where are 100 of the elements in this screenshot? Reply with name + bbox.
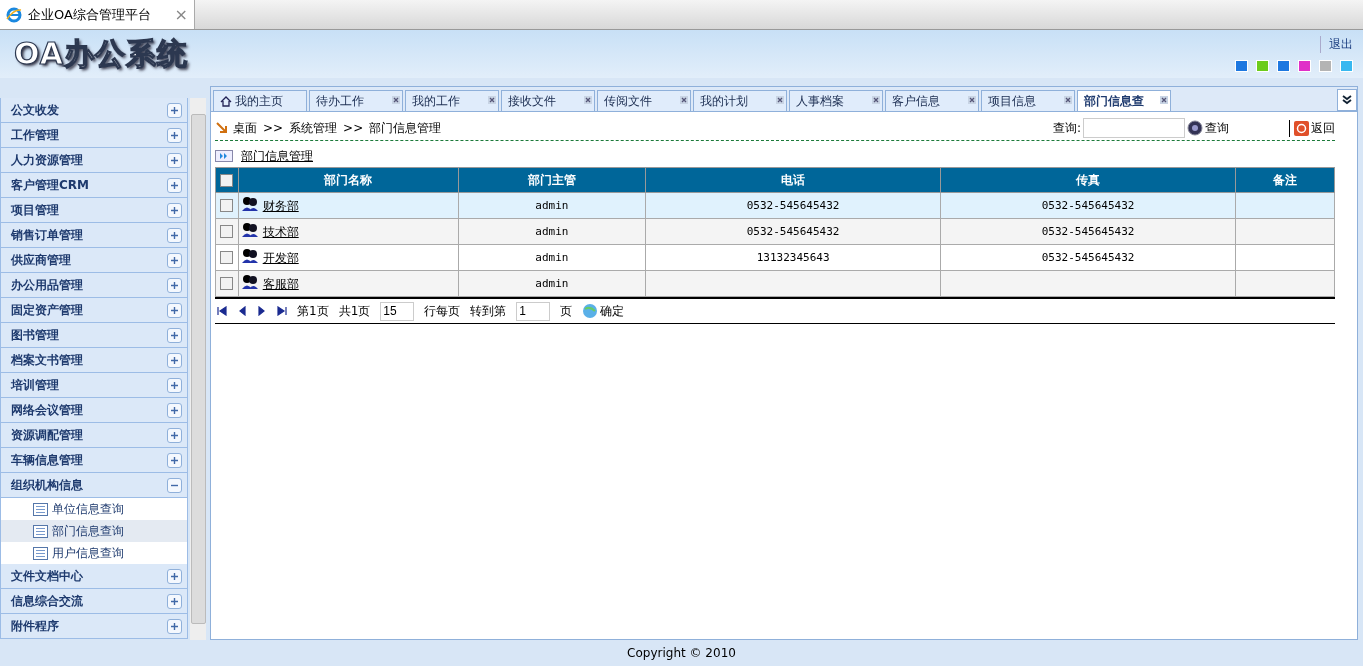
table-cell: admin [458, 218, 646, 245]
expand-icon[interactable] [167, 452, 182, 468]
department-link[interactable]: 开发部 [262, 251, 299, 265]
goto-page-field[interactable]: 1 [516, 301, 551, 321]
expand-icon[interactable] [167, 352, 182, 368]
sidebar-item[interactable]: 档案文书管理 [0, 348, 188, 373]
more-tabs-button[interactable] [1337, 89, 1357, 111]
app-logo: OA办公系统 [14, 34, 188, 73]
tab[interactable]: 待办工作 [309, 90, 403, 111]
close-icon[interactable] [776, 93, 784, 101]
sidebar-item[interactable]: 网络会议管理 [0, 398, 188, 423]
close-icon[interactable] [1160, 93, 1168, 101]
sidebar-item[interactable]: 项目管理 [0, 198, 188, 223]
row-checkbox[interactable] [220, 251, 234, 265]
sidebar-subitem[interactable]: 部门信息查询 [0, 520, 188, 542]
sidebar-item[interactable]: 供应商管理 [0, 248, 188, 273]
sidebar-subitem[interactable]: 单位信息查询 [0, 498, 188, 520]
sidebar-item[interactable]: 公文收发 [0, 98, 188, 123]
page-size-field[interactable]: 15 [380, 301, 415, 321]
scrollbar[interactable] [190, 98, 206, 640]
expand-icon[interactable] [167, 427, 182, 443]
expand-icon[interactable] [167, 127, 182, 143]
sidebar-item[interactable]: 客户管理CRM [0, 173, 188, 198]
select-all-checkbox[interactable] [220, 174, 234, 187]
sidebar-item[interactable]: 工作管理 [0, 123, 188, 148]
expand-icon[interactable] [167, 302, 182, 318]
sidebar-item[interactable]: 图书管理 [0, 323, 188, 348]
tab[interactable]: 客户信息 [885, 90, 979, 111]
next-page-icon[interactable] [257, 306, 267, 316]
table-cell: 0532-545645432 [940, 218, 1236, 245]
close-tab-button[interactable]: × [174, 5, 188, 24]
expand-icon[interactable] [167, 618, 182, 634]
section-title[interactable]: 部门信息管理 [241, 147, 313, 165]
copyright-text: Copyright © 2010 [626, 645, 737, 662]
close-icon[interactable] [680, 93, 688, 101]
browser-tab[interactable]: 企业OA综合管理平台 × [0, 0, 195, 29]
collapse-icon[interactable] [167, 477, 182, 493]
theme-swatch[interactable] [1340, 60, 1353, 72]
department-link[interactable]: 客服部 [262, 277, 299, 291]
expand-icon[interactable] [167, 593, 182, 609]
tab[interactable]: 我的工作 [405, 90, 499, 111]
previous-page-icon[interactable] [237, 306, 247, 316]
sidebar-item[interactable]: 信息综合交流 [0, 589, 188, 614]
sidebar-item[interactable]: 办公用品管理 [0, 273, 188, 298]
sidebar-subitem[interactable]: 用户信息查询 [0, 542, 188, 564]
tab[interactable]: 我的计划 [693, 90, 787, 111]
theme-swatch[interactable] [1277, 60, 1290, 72]
expand-icon[interactable] [167, 152, 182, 168]
tab[interactable]: 接收文件 [501, 90, 595, 111]
theme-swatch[interactable] [1319, 60, 1332, 72]
close-icon[interactable] [872, 93, 880, 101]
sidebar-item[interactable]: 车辆信息管理 [0, 448, 188, 473]
per-page-label: 行每页 [424, 302, 461, 320]
expand-icon[interactable] [167, 327, 182, 343]
sidebar-item-label: 资源调配管理 [11, 426, 83, 444]
expand-icon[interactable] [167, 377, 182, 393]
expand-icon[interactable] [167, 402, 182, 418]
close-icon[interactable] [968, 93, 976, 101]
expand-icon[interactable] [167, 202, 182, 218]
department-link[interactable]: 技术部 [262, 225, 299, 239]
tab[interactable]: 我的主页 [213, 90, 307, 111]
close-icon[interactable] [1064, 93, 1072, 101]
search-button[interactable]: 查询 [1187, 119, 1229, 137]
theme-swatch[interactable] [1235, 60, 1248, 72]
sidebar-item[interactable]: 附件程序 [0, 614, 188, 639]
expand-icon[interactable] [167, 252, 182, 268]
sidebar-item[interactable]: 人力资源管理 [0, 148, 188, 173]
sidebar-item[interactable]: 资源调配管理 [0, 423, 188, 448]
first-page-icon[interactable] [217, 306, 227, 316]
row-checkbox[interactable] [220, 199, 234, 213]
close-icon[interactable] [488, 93, 496, 101]
theme-swatch[interactable] [1298, 60, 1311, 72]
tab[interactable]: 项目信息 [981, 90, 1075, 111]
sidebar-item[interactable]: 销售订单管理 [0, 223, 188, 248]
sidebar-item[interactable]: 培训管理 [0, 373, 188, 398]
close-icon[interactable] [584, 93, 592, 101]
sidebar-item[interactable]: 文件文档中心 [0, 564, 188, 589]
expand-icon[interactable] [167, 568, 182, 584]
sidebar-item-label: 组织机构信息 [11, 476, 83, 494]
tab[interactable]: 部门信息查 [1077, 90, 1171, 111]
sidebar-item[interactable]: 固定资产管理 [0, 298, 188, 323]
tab[interactable]: 传阅文件 [597, 90, 691, 111]
expand-icon[interactable] [167, 102, 182, 118]
tab[interactable]: 人事档案 [789, 90, 883, 111]
expand-icon[interactable] [167, 227, 182, 243]
page-total: 共1页 [338, 302, 371, 320]
go-button[interactable]: 确定 [582, 302, 625, 320]
logout-link[interactable]: 退出 [1320, 36, 1353, 53]
search-field[interactable] [1083, 118, 1185, 138]
row-checkbox[interactable] [220, 225, 234, 239]
page-unit-label: 页 [560, 302, 573, 320]
sidebar-item[interactable]: 组织机构信息 [0, 473, 188, 498]
department-link[interactable]: 财务部 [262, 199, 299, 213]
theme-swatch[interactable] [1256, 60, 1269, 72]
back-button[interactable]: 返回 [1289, 119, 1335, 137]
row-checkbox[interactable] [220, 277, 234, 291]
close-icon[interactable] [392, 93, 400, 101]
expand-icon[interactable] [167, 277, 182, 293]
last-page-icon[interactable] [277, 306, 287, 316]
expand-icon[interactable] [167, 177, 182, 193]
